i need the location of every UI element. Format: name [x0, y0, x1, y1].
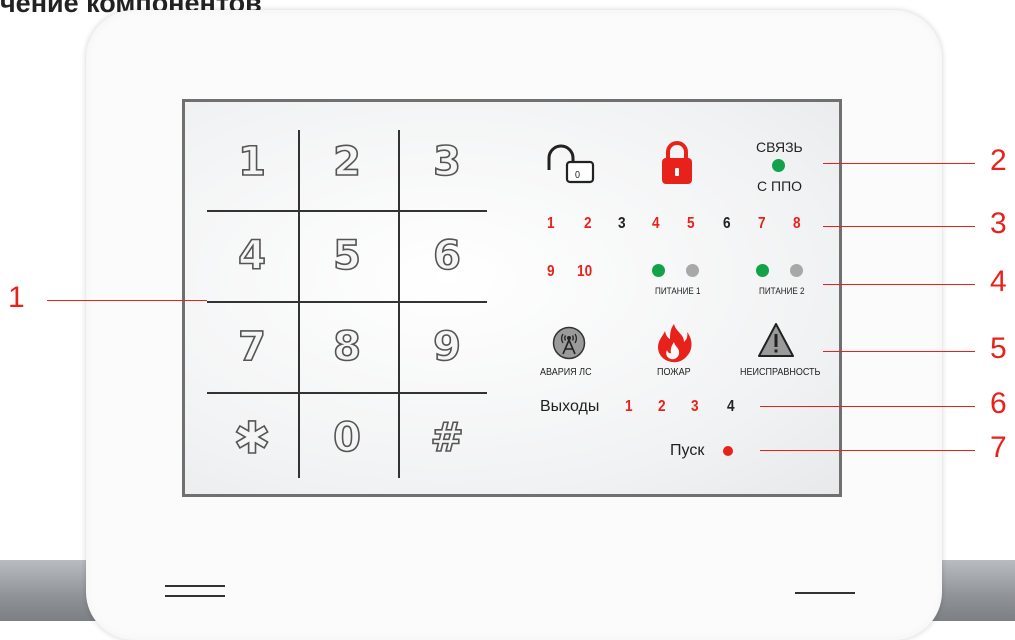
start-label: Пуск	[670, 442, 705, 459]
callout-line-6	[760, 406, 975, 407]
key-4[interactable]: 4	[207, 221, 297, 291]
power2-led-green	[756, 264, 769, 277]
power1-label: ПИТАНИЕ 1	[655, 286, 701, 296]
zone-9: 9	[547, 263, 555, 280]
callout-line-3	[823, 226, 975, 227]
zone-7: 7	[758, 215, 766, 232]
power1-led-green	[652, 264, 665, 277]
key-6[interactable]: 6	[402, 221, 492, 291]
callout-3: 3	[990, 207, 1007, 240]
power1-led-grey	[686, 264, 699, 277]
svyaz-label: СВЯЗЬ	[756, 139, 803, 155]
output-4: 4	[727, 398, 735, 415]
key-8[interactable]: 8	[302, 312, 392, 382]
front-panel: 1 2 3 4 5 6 7 8 9 ✱ 0 # 0 СВЯЗЬ С ППО 1 …	[182, 99, 842, 497]
svyaz-ppo-label: С ППО	[757, 178, 803, 194]
output-1: 1	[625, 398, 633, 415]
padlock-open-icon	[547, 144, 595, 184]
callout-line-4	[823, 284, 975, 285]
key-9[interactable]: 9	[402, 312, 492, 382]
alarm-ls-label: АВАРИЯ ЛС	[540, 367, 592, 378]
left-button-mark	[165, 585, 225, 587]
keypad-divider	[207, 301, 487, 303]
keypad-divider	[298, 130, 300, 478]
callout-2: 2	[990, 144, 1007, 177]
zone-1: 1	[547, 215, 555, 232]
callout-1: 1	[8, 281, 25, 314]
fire-label: ПОЖАР	[657, 367, 691, 378]
zone-5: 5	[687, 215, 695, 232]
output-2: 2	[658, 398, 666, 415]
callout-4: 4	[990, 265, 1007, 298]
callout-line-5	[823, 351, 975, 352]
antenna-alarm-icon	[552, 326, 586, 360]
key-star[interactable]: ✱	[207, 403, 297, 473]
key-hash[interactable]: #	[402, 403, 492, 473]
left-button-mark	[165, 595, 225, 597]
flame-icon	[658, 324, 692, 363]
zone-10: 10	[577, 263, 593, 280]
key-0[interactable]: 0	[302, 403, 392, 473]
power2-label: ПИТАНИЕ 2	[759, 286, 805, 296]
svyaz-led	[772, 159, 785, 172]
fault-label: НЕИСПРАВНОСТЬ	[740, 367, 821, 378]
callout-5: 5	[990, 332, 1007, 365]
callout-line-1	[47, 300, 207, 301]
key-1[interactable]: 1	[207, 127, 297, 197]
output-3: 3	[691, 398, 699, 415]
keypad-divider	[207, 392, 487, 394]
key-7[interactable]: 7	[207, 312, 297, 382]
lock-digit: 0	[575, 170, 581, 181]
key-5[interactable]: 5	[302, 221, 392, 291]
callout-line-2	[823, 163, 975, 164]
zone-3: 3	[618, 215, 626, 232]
zone-8: 8	[793, 215, 801, 232]
start-led	[723, 446, 733, 456]
key-3[interactable]: 3	[402, 127, 492, 197]
keypad-divider	[398, 130, 400, 478]
callout-7: 7	[990, 431, 1007, 464]
right-button-mark	[795, 592, 855, 594]
zone-6: 6	[723, 215, 731, 232]
zone-2: 2	[584, 215, 592, 232]
warning-triangle-icon	[758, 323, 794, 357]
power2-led-grey	[790, 264, 803, 277]
outputs-label: Выходы	[540, 398, 600, 415]
keypad-divider	[207, 210, 487, 212]
padlock-closed-icon	[662, 141, 692, 184]
callout-6: 6	[990, 387, 1007, 420]
callout-line-7	[760, 450, 975, 451]
key-2[interactable]: 2	[302, 127, 392, 197]
zone-4: 4	[652, 215, 660, 232]
